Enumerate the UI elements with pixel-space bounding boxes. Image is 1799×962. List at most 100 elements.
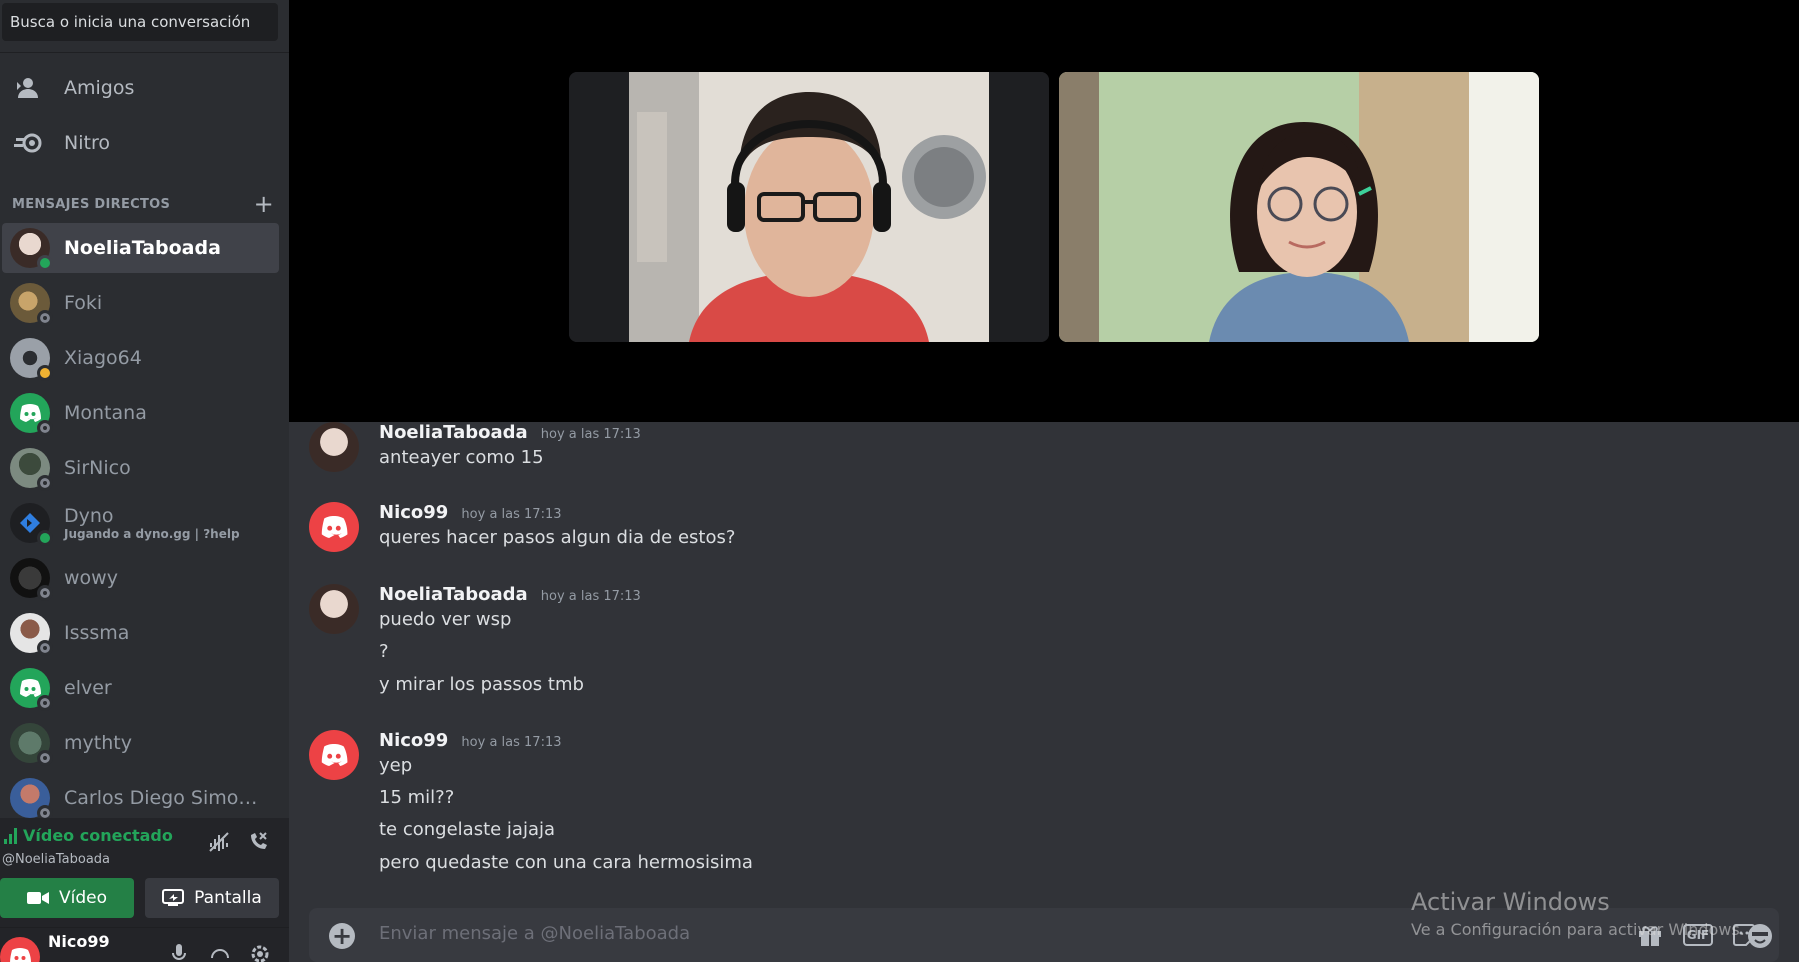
dm-item-isssma[interactable]: Isssma (2, 608, 279, 658)
dm-name: elver (64, 677, 112, 699)
dm-section-header: MENSAJES DIRECTOS + (12, 192, 274, 216)
message-author[interactable]: Nico99 (379, 502, 448, 523)
dm-item-noeliataboada[interactable]: NoeliaTaboada (2, 223, 279, 273)
video-button-label: Vídeo (58, 888, 107, 908)
nav-nitro[interactable]: Nitro (0, 119, 279, 167)
avatar[interactable] (309, 502, 359, 552)
disconnect-call-icon[interactable] (244, 828, 272, 856)
dm-item-dyno[interactable]: Dyno Jugando a dyno.gg | ?help (2, 498, 279, 548)
video-toggle-button[interactable]: Vídeo (0, 878, 134, 918)
status-offline-indicator (37, 475, 53, 491)
avatar (10, 448, 53, 491)
emoji-icon[interactable] (1745, 922, 1775, 950)
dm-name: Dyno (64, 505, 114, 527)
watermark-subtitle: Ve a Configuración para activar Windows. (1411, 920, 1745, 939)
message-text: 15 mil?? (379, 787, 455, 808)
dm-header-title: MENSAJES DIRECTOS (12, 196, 171, 212)
message-input[interactable]: Enviar mensaje a @NoeliaTaboada (379, 923, 690, 944)
voice-status-text: Vídeo conectado (23, 826, 173, 845)
message-text: queres hacer pasos algun dia de estos? (379, 527, 736, 548)
message-text: ? (379, 641, 389, 662)
dm-texts: Dyno Jugando a dyno.gg | ?help (64, 505, 240, 541)
status-offline-indicator (37, 310, 53, 326)
microphone-icon[interactable] (167, 942, 191, 962)
user-panel: Nico99 (0, 928, 289, 962)
windows-activation-watermark: Activar Windows Ve a Configuración para … (1411, 888, 1745, 939)
status-offline-indicator (37, 585, 53, 601)
dm-name: NoeliaTaboada (64, 237, 221, 259)
screen-share-icon (162, 889, 185, 906)
dm-item-foki[interactable]: Foki (2, 278, 279, 328)
nav-label: Amigos (64, 77, 135, 99)
message-header: NoeliaTaboada hoy a las 17:13 (379, 584, 641, 605)
message-author[interactable]: NoeliaTaboada (379, 422, 528, 443)
noise-suppression-icon[interactable] (205, 828, 233, 856)
settings-gear-icon[interactable] (248, 942, 272, 962)
chat-panel: NoeliaTaboada hoy a las 17:13 anteayer c… (289, 422, 1799, 962)
discord-logo-icon (321, 516, 348, 538)
dm-item-elver[interactable]: elver (2, 663, 279, 713)
avatar (10, 613, 53, 656)
avatar (10, 558, 53, 601)
message-timestamp: hoy a las 17:13 (540, 589, 641, 604)
avatar[interactable] (309, 730, 359, 780)
headphones-icon[interactable] (208, 942, 232, 962)
nav-friends[interactable]: Amigos (0, 64, 279, 112)
dm-item-carlos[interactable]: Carlos Diego Simon H... (2, 773, 279, 823)
dm-name: wowy (64, 567, 118, 589)
user-avatar[interactable] (0, 937, 40, 962)
message-author[interactable]: NoeliaTaboada (379, 584, 528, 605)
attach-plus-icon[interactable]: + (329, 923, 355, 949)
status-offline-indicator (37, 640, 53, 656)
message-text: pero quedaste con una cara hermosisima (379, 852, 753, 873)
search-input[interactable]: Busca o inicia una conversación (2, 3, 278, 41)
dm-name: mythty (64, 732, 132, 754)
avatar (10, 283, 53, 326)
current-username: Nico99 (48, 932, 110, 951)
watermark-title: Activar Windows (1411, 888, 1610, 916)
dm-item-montana[interactable]: Montana (2, 388, 279, 438)
video-tile-nico99[interactable] (569, 72, 1049, 342)
avatar (10, 778, 53, 821)
avatar (10, 668, 53, 711)
avatar[interactable] (309, 584, 359, 634)
dm-activity: Jugando a dyno.gg | ?help (64, 527, 240, 541)
discord-logo-icon (20, 404, 41, 422)
avatar (10, 393, 53, 436)
voice-status[interactable]: Vídeo conectado (4, 826, 173, 845)
avatar[interactable] (309, 422, 359, 472)
video-call-area (289, 0, 1799, 422)
message-text: anteayer como 15 (379, 447, 544, 468)
discord-logo-icon (321, 744, 348, 766)
status-offline-indicator (37, 420, 53, 436)
dm-name: Montana (64, 402, 147, 424)
dm-name: Foki (64, 292, 103, 314)
share-screen-button[interactable]: Pantalla (145, 878, 279, 918)
create-dm-button[interactable]: + (254, 192, 274, 216)
status-offline-indicator (37, 750, 53, 766)
dm-item-wowy[interactable]: wowy (2, 553, 279, 603)
dm-item-xiago64[interactable]: Xiago64 (2, 333, 279, 383)
signal-icon (4, 827, 17, 844)
status-online-indicator (37, 255, 53, 271)
message-text: yep (379, 755, 413, 776)
dm-name: Carlos Diego Simon H... (64, 787, 269, 809)
screen-button-label: Pantalla (194, 888, 262, 908)
voice-channel: @NoeliaTaboada (2, 852, 111, 867)
dm-sidebar: Busca o inicia una conversación Amigos N… (0, 0, 289, 962)
divider (0, 52, 289, 53)
discord-logo-icon (10, 948, 31, 962)
dm-name: SirNico (64, 457, 131, 479)
discord-logo-icon (20, 679, 41, 697)
message-header: NoeliaTaboada hoy a las 17:13 (379, 422, 641, 443)
message-text: te congelaste jajaja (379, 819, 556, 840)
avatar (10, 228, 53, 271)
dm-item-mythty[interactable]: mythty (2, 718, 279, 768)
video-tile-noeliataboada[interactable] (1059, 72, 1539, 342)
message-author[interactable]: Nico99 (379, 730, 448, 751)
message-text: puedo ver wsp (379, 609, 512, 630)
dm-item-sirnico[interactable]: SirNico (2, 443, 279, 493)
camera-icon (26, 892, 49, 904)
message-timestamp: hoy a las 17:13 (540, 427, 641, 442)
avatar (10, 723, 53, 766)
